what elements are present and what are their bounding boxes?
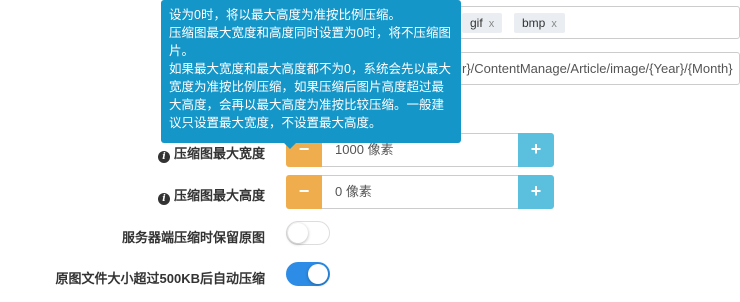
max-height-plus-button[interactable]: + [518,175,554,209]
info-circle-icon[interactable]: i [157,151,170,163]
max-height-label-wrap: i 压缩图最大高度 [157,185,265,205]
tag-gif-remove-icon[interactable]: x [489,18,495,30]
max-height-label: 压缩图最大高度 [173,188,265,203]
tooltip-line-1: 设为0时，将以最大高度为准按比例压缩。 [169,8,401,22]
max-width-plus-button[interactable]: + [518,133,554,167]
max-height-row: i 压缩图最大高度 − 0 像素 + [0,175,740,211]
help-tooltip: 设为0时，将以最大高度为准按比例压缩。 压缩图最大宽度和高度同时设置为0时，将不… [161,0,461,149]
max-height-minus-button[interactable]: − [286,175,322,209]
auto-compress-row: 原图文件大小超过500KB后自动压缩 [0,262,740,290]
max-height-input[interactable]: 0 像素 [322,175,518,209]
max-width-label: 压缩图最大宽度 [173,146,265,161]
tooltip-arrow [284,143,296,149]
tooltip-line-3: 如果最大宽度和最大高度都不为0，系统会先以最大宽度为准按比例压缩，如果压缩后图片… [169,62,451,130]
tag-gif-label: gif [470,16,483,30]
tag-bmp-remove-icon[interactable]: x [551,18,557,30]
tag-gif: gif x [462,13,503,33]
toggle-knob [308,264,328,284]
keep-original-label: 服务器端压缩时保留原图 [121,230,265,245]
tooltip-line-2: 压缩图最大宽度和高度同时设置为0时，将不压缩图片。 [169,26,451,58]
toggle-knob [288,223,308,243]
max-width-label-wrap: i 压缩图最大宽度 [157,143,265,163]
auto-compress-toggle[interactable] [286,262,330,286]
keep-original-row: 服务器端压缩时保留原图 [0,221,740,249]
info-circle-icon[interactable]: i [157,193,170,205]
tag-bmp: bmp x [514,13,565,33]
max-height-stepper: − 0 像素 + [286,175,554,209]
tag-bmp-label: bmp [522,16,546,30]
auto-compress-label: 原图文件大小超过500KB后自动压缩 [55,271,265,286]
keep-original-toggle[interactable] [286,221,330,245]
